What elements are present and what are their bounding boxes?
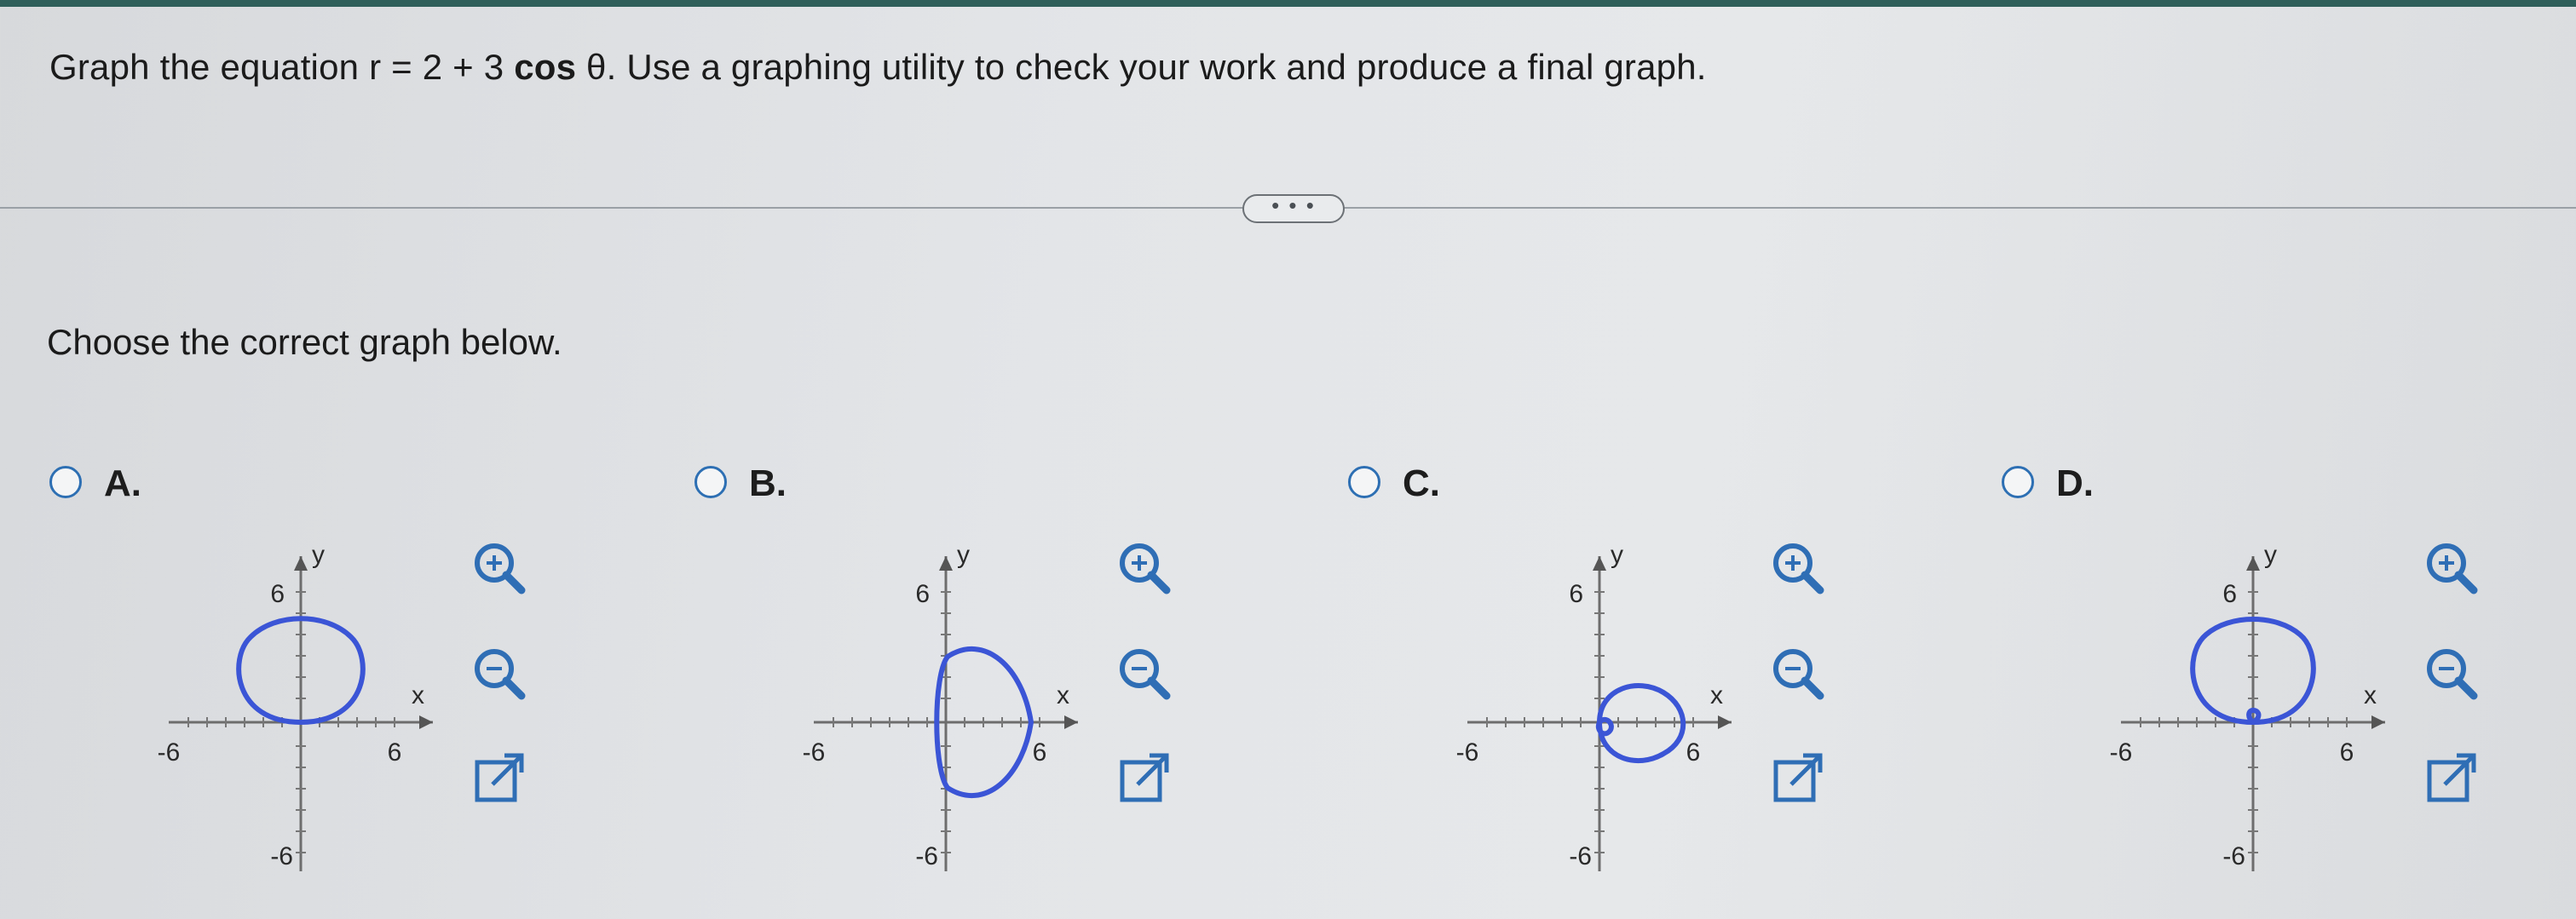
- zoom-out-icon[interactable]: [1112, 641, 1177, 706]
- y-tick-bottom: -6: [2222, 842, 2245, 870]
- x-tick-right: 6: [1686, 738, 1701, 767]
- popout-icon[interactable]: [1766, 745, 1830, 810]
- x-tick-right: 6: [1033, 738, 1047, 767]
- option-c: C. y x 6 -6 -6 6: [1348, 456, 1945, 899]
- x-axis-label: x: [412, 681, 424, 709]
- y-tick-bottom: -6: [1569, 842, 1592, 870]
- x-axis-label: x: [1710, 681, 1723, 709]
- option-b-label[interactable]: B.: [749, 462, 787, 505]
- y-tick-top: 6: [1569, 580, 1583, 608]
- zoom-out-icon[interactable]: [2419, 641, 2484, 706]
- option-c-label[interactable]: C.: [1403, 462, 1440, 505]
- option-b-radio[interactable]: [694, 466, 727, 498]
- zoom-in-icon[interactable]: [1766, 536, 1830, 600]
- x-tick-right: 6: [2340, 738, 2354, 767]
- popout-icon[interactable]: [467, 745, 532, 810]
- option-d-graph: y x 6 -6 -6 6: [2110, 541, 2385, 871]
- option-c-radio[interactable]: [1348, 466, 1380, 498]
- question-suffix: . Use a graphing utility to check your w…: [606, 47, 1707, 87]
- y-tick-bottom: -6: [915, 842, 938, 870]
- question-theta: θ: [586, 47, 607, 87]
- more-options-button[interactable]: • • •: [1242, 194, 1345, 223]
- y-axis-label: y: [2264, 541, 2277, 569]
- x-tick-left: -6: [803, 738, 826, 767]
- option-a: A. y x 6 -6 -6 6: [49, 456, 646, 899]
- option-c-graph: y x 6 -6 -6 6: [1456, 541, 1732, 871]
- y-axis-label: y: [312, 541, 325, 569]
- y-axis-arrow: [294, 556, 308, 571]
- x-tick-left: -6: [158, 738, 181, 767]
- y-axis-label: y: [1611, 541, 1623, 569]
- zoom-in-icon[interactable]: [1112, 536, 1177, 600]
- top-strip: [0, 0, 2576, 7]
- popout-icon[interactable]: [1112, 745, 1177, 810]
- option-d-label[interactable]: D.: [2056, 462, 2094, 505]
- x-axis-label: x: [2364, 681, 2377, 709]
- x-tick-right: 6: [388, 738, 402, 767]
- option-d: D. y x 6 -6 -6 6: [2002, 456, 2576, 899]
- zoom-in-icon[interactable]: [2419, 536, 2484, 600]
- y-axis-label: y: [957, 541, 970, 569]
- question-text: Graph the equation r = 2 + 3 cos θ. Use …: [49, 47, 1707, 88]
- instruction-text: Choose the correct graph below.: [47, 322, 562, 362]
- popout-icon[interactable]: [2419, 745, 2484, 810]
- zoom-out-icon[interactable]: [467, 641, 532, 706]
- y-tick-top: 6: [915, 580, 930, 608]
- x-axis-label: x: [1057, 681, 1069, 709]
- x-axis-arrow: [419, 715, 433, 729]
- option-a-graph: y x 6 -6 -6 6: [158, 541, 433, 871]
- x-tick-left: -6: [2110, 738, 2133, 767]
- zoom-out-icon[interactable]: [1766, 641, 1830, 706]
- option-a-label[interactable]: A.: [104, 462, 141, 505]
- question-prefix: Graph the equation r = 2 + 3: [49, 47, 504, 87]
- y-tick-top: 6: [2222, 580, 2237, 608]
- y-tick-top: 6: [270, 580, 285, 608]
- question-cos: cos: [514, 47, 577, 87]
- option-b-graph: y x 6 -6 -6 6: [803, 541, 1078, 871]
- option-a-radio[interactable]: [49, 466, 82, 498]
- option-d-radio[interactable]: [2002, 466, 2034, 498]
- y-tick-bottom: -6: [270, 842, 293, 870]
- option-b: B. y x 6 -6 -6 6: [694, 456, 1291, 899]
- zoom-in-icon[interactable]: [467, 536, 532, 600]
- x-tick-left: -6: [1456, 738, 1479, 767]
